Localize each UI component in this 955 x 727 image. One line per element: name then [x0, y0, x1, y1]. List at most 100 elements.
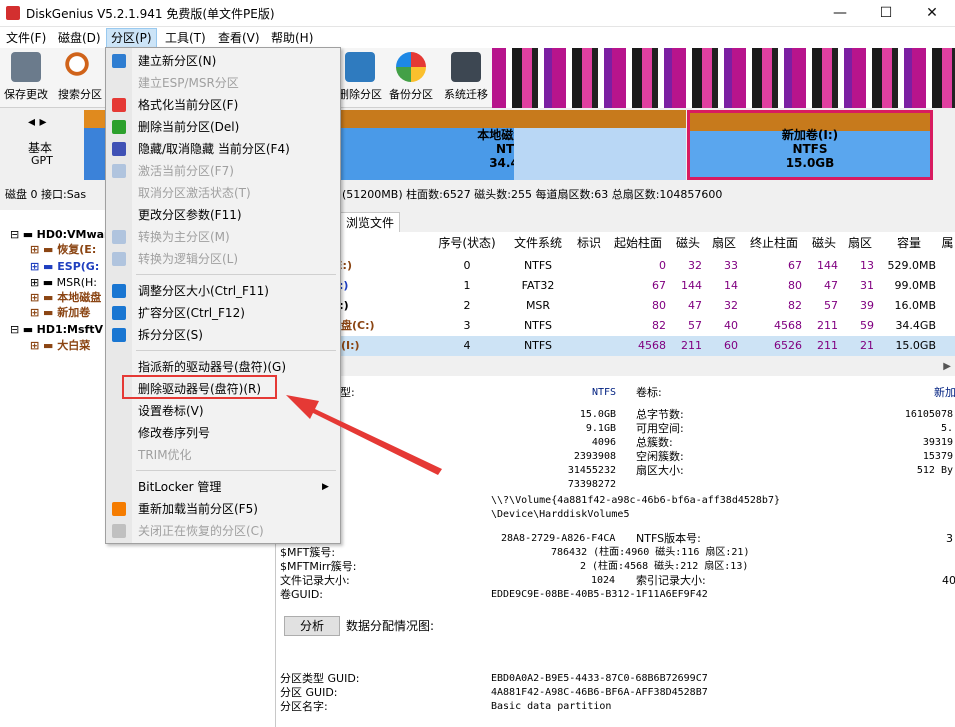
detail-guid-val: EDDE9C9E-08BE-40B5-B312-1F11A6EF9F42 [491, 589, 708, 600]
row-cell-id [572, 276, 606, 296]
detail-pguid-label: 分区 GUID: [280, 686, 338, 699]
menu-separator [136, 350, 336, 351]
row-cell-ec: 4568 [774, 319, 802, 332]
detail-ntfs-ver: 3 [946, 532, 953, 545]
tree-item-esp[interactable]: ⊞ ▬ ESP(G: [30, 260, 99, 273]
menu-item[interactable]: 扩容分区(Ctrl_F12) [138, 302, 245, 324]
menu-item-icon [112, 306, 126, 320]
partition-block-small[interactable] [84, 110, 106, 180]
tree-item-local-disk[interactable]: ⊞ ▬ 本地磁盘 [30, 291, 101, 304]
minimize-button[interactable]: — [817, 0, 863, 27]
detail-pguid-val: 4A881F42-A98C-46B6-BF6A-AFF38D4528B7 [491, 687, 708, 698]
menu-item[interactable]: 修改卷序列号 [138, 422, 210, 444]
save-button[interactable]: 保存更改 [2, 52, 50, 104]
detail-left-value: 2393908 [573, 451, 616, 462]
menu-item[interactable]: 格式化当前分区(F) [138, 94, 238, 116]
menu-help[interactable]: 帮助(H) [267, 29, 317, 47]
col-start-sector[interactable]: 扇区 [706, 232, 742, 254]
row-cell-sc: 82 [652, 319, 666, 332]
row-cell-sh: 211 [681, 339, 702, 352]
col-start-head[interactable]: 磁头 [670, 232, 706, 254]
col-end-head[interactable]: 磁头 [806, 232, 842, 254]
col-flag[interactable]: 标识 [572, 232, 606, 254]
menu-partition[interactable]: 分区(P) [106, 28, 157, 48]
row-cell-ec: 67 [788, 259, 802, 272]
analyze-button[interactable]: 分析 [284, 616, 340, 636]
row-cell-sh: 47 [688, 299, 702, 312]
row-cell-ss: 60 [724, 339, 738, 352]
detail-left-value: 31455232 [567, 465, 616, 476]
tree-item-hd0[interactable]: ⊟ ▬ HD0:VMwar [10, 228, 109, 241]
tree-item-hd1[interactable]: ⊟ ▬ HD1:MsftV [10, 323, 103, 336]
search-partition-button[interactable]: 搜索分区 [55, 52, 105, 104]
menu-file[interactable]: 文件(F) [2, 29, 50, 47]
menu-view[interactable]: 查看(V) [214, 29, 264, 47]
menu-item[interactable]: 设置卷标(V) [138, 400, 204, 422]
menu-item[interactable]: 删除当前分区(Del) [138, 116, 239, 138]
partition-block-i[interactable]: 新加卷(I:) NTFS 15.0GB [687, 110, 933, 180]
detail-left-value: 15.0GB [579, 409, 616, 420]
menu-item[interactable]: 拆分分区(S) [138, 324, 203, 346]
row-cell-fs: NTFS [523, 259, 553, 272]
detail-right-value: 512 By [916, 465, 953, 476]
table-row[interactable]: 磁盘(C:) 3 NTFS 82 57 40 4568 211 59 34.4GB [276, 316, 955, 336]
horizontal-scrollbar[interactable]: ▶ [276, 360, 955, 376]
delete-partition-button[interactable]: 删除分区 [337, 52, 383, 104]
detail-pname-val: Basic data partition [491, 701, 612, 712]
detail-mft-val: 786432 (柱面:4960 磁头:116 扇区:21) [551, 547, 750, 558]
detail-ntfs-ver-label: NTFS版本号: [636, 532, 701, 545]
tab-bar: 浏览文件 [276, 210, 955, 232]
menu-item[interactable]: 建立新分区(N) [138, 50, 216, 72]
row-cell-ss: 14 [724, 279, 738, 292]
row-cell-es: 21 [860, 339, 874, 352]
table-row[interactable]: 卷(I:) 4 NTFS 4568 211 60 6526 211 21 15.0GB [276, 336, 955, 356]
detail-mftmirr-val: 2 (柱面:4568 磁头:212 扇区:13) [580, 561, 749, 572]
row-cell-eh: 57 [824, 299, 838, 312]
ad-banner[interactable] [492, 48, 955, 108]
tree-item-new-volume[interactable]: ⊞ ▬ 新加卷 [30, 306, 90, 319]
table-row[interactable]: G:)1FAT32671441480473199.0MB [276, 276, 955, 296]
app-icon [6, 6, 20, 20]
col-filesystem[interactable]: 文件系统 [504, 232, 572, 254]
menu-item[interactable]: BitLocker 管理 [138, 476, 221, 498]
close-button[interactable]: ✕ [909, 0, 955, 27]
menu-item[interactable]: 调整分区大小(Ctrl_F11) [138, 280, 269, 302]
menu-separator [136, 274, 336, 275]
detail-serial: 28A8-2729-A826-F4CA [501, 533, 616, 544]
backup-partition-button[interactable]: 备份分区 [385, 52, 437, 104]
tree-item-dabaicai[interactable]: ⊞ ▬ 大白菜 [30, 339, 90, 352]
menu-item-icon [112, 524, 126, 538]
scroll-right-icon[interactable]: ▶ [943, 361, 951, 372]
col-end-cyl[interactable]: 终止柱面 [742, 232, 806, 254]
menu-item[interactable]: 更改分区参数(F11) [138, 204, 242, 226]
menu-item-icon [112, 120, 126, 134]
maximize-button[interactable]: ☐ [863, 0, 909, 27]
menu-tools[interactable]: 工具(T) [161, 29, 210, 47]
col-attr[interactable]: 属 [940, 232, 955, 254]
table-row[interactable]: H:)2MSR80473282573916.0MB [276, 296, 955, 316]
tree-item-recovery[interactable]: ⊞ ▬ 恢复(E: [30, 243, 96, 256]
disk-info-left: 磁盘 0 接口:Sas [5, 188, 87, 201]
table-row[interactable]: (E:)0NTFS032336714413529.0MB [276, 256, 955, 276]
row-cell-es: 39 [860, 299, 874, 312]
col-end-sector[interactable]: 扇区 [842, 232, 878, 254]
system-migrate-button[interactable]: 系统迁移 [440, 52, 492, 104]
tab-browse-files[interactable]: 浏览文件 [340, 212, 401, 232]
row-cell-es: 31 [860, 279, 874, 292]
detail-rec-val: 1024 [591, 575, 616, 586]
alloc-map-label: 数据分配情况图: [346, 619, 435, 633]
nav-arrows-icon[interactable]: ◂ ▸ [28, 114, 47, 130]
row-cell-idx: 4 [463, 339, 471, 352]
col-capacity[interactable]: 容量 [878, 232, 940, 254]
menu-item-icon [112, 164, 126, 178]
menu-item[interactable]: 隐藏/取消隐藏 当前分区(F4) [138, 138, 290, 160]
trash-icon [345, 52, 375, 82]
detail-pname-label: 分区名字: [280, 700, 328, 713]
tree-item-msr[interactable]: ⊞ ▬ MSR(H: [30, 276, 97, 289]
col-index[interactable]: 序号(状态) [432, 232, 502, 254]
menu-disk[interactable]: 磁盘(D) [54, 29, 105, 47]
detail-idx-label: 索引记录大小: [636, 574, 706, 587]
col-start-cyl[interactable]: 起始柱面 [606, 232, 670, 254]
menu-item[interactable]: 重新加载当前分区(F5) [138, 498, 258, 520]
row-cell-ss: 33 [724, 259, 738, 272]
